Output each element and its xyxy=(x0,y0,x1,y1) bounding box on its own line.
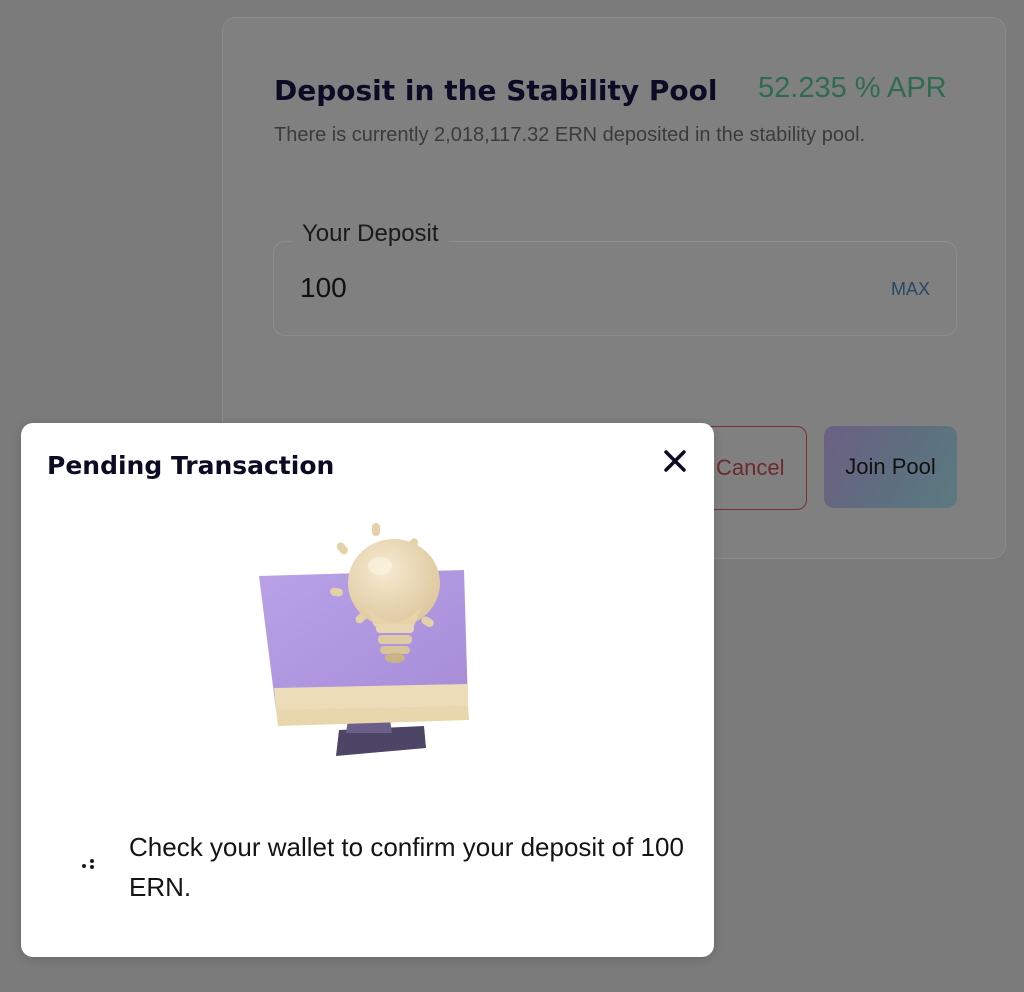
modal-title: Pending Transaction xyxy=(47,451,335,480)
close-button[interactable] xyxy=(659,445,691,477)
loading-spinner-icon xyxy=(82,859,94,869)
deposit-amount-input[interactable]: 100 xyxy=(300,272,347,304)
join-pool-button[interactable]: Join Pool xyxy=(824,426,957,508)
deposit-title: Deposit in the Stability Pool xyxy=(274,74,718,107)
lightbulb-monitor-icon xyxy=(259,523,469,756)
max-button[interactable]: MAX xyxy=(891,279,930,300)
deposit-input-field[interactable]: Your Deposit 100 MAX xyxy=(273,220,957,336)
pool-total-text: There is currently 2,018,117.32 ERN depo… xyxy=(274,124,866,146)
pending-transaction-modal: Pending Transaction Check your wallet to… xyxy=(21,423,714,957)
apr-value: 52.235 % APR xyxy=(758,72,947,104)
modal-message: Check your wallet to confirm your deposi… xyxy=(129,832,684,902)
deposit-field-label: Your Deposit xyxy=(292,220,449,248)
close-icon xyxy=(664,450,686,472)
